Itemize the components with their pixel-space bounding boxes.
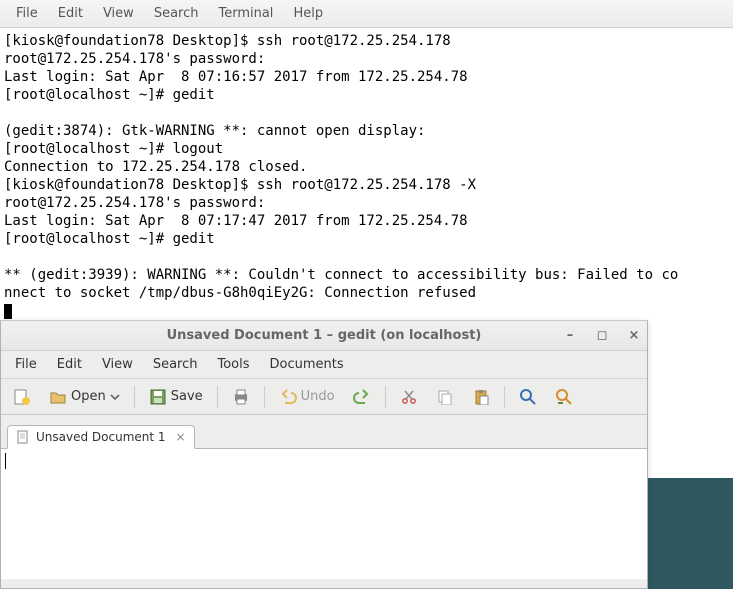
- toolbar-separator: [504, 386, 505, 408]
- menu-help[interactable]: Help: [283, 2, 333, 25]
- copy-icon: [436, 388, 454, 406]
- terminal-output[interactable]: [kiosk@foundation78 Desktop]$ ssh root@1…: [0, 28, 733, 320]
- term-line: [root@localhost ~]# logout: [4, 141, 223, 157]
- cut-button[interactable]: [394, 385, 424, 409]
- save-label: Save: [171, 389, 203, 404]
- toolbar-separator: [217, 386, 218, 408]
- redo-button[interactable]: [347, 385, 377, 409]
- save-icon: [149, 388, 167, 406]
- chevron-down-icon: [110, 388, 120, 406]
- paste-button[interactable]: [466, 385, 496, 409]
- gedit-menu-edit[interactable]: Edit: [47, 353, 92, 376]
- toolbar-separator: [264, 386, 265, 408]
- gedit-title: Unsaved Document 1 – gedit (on localhost…: [167, 328, 482, 343]
- gedit-menu-view[interactable]: View: [92, 353, 143, 376]
- print-icon: [232, 388, 250, 406]
- search-icon: [519, 388, 537, 406]
- open-folder-icon: [49, 388, 67, 406]
- gedit-menu-documents[interactable]: Documents: [260, 353, 354, 376]
- menu-file[interactable]: File: [6, 2, 48, 25]
- menu-view[interactable]: View: [93, 2, 144, 25]
- save-button[interactable]: Save: [143, 385, 209, 409]
- gedit-menu-file[interactable]: File: [5, 353, 47, 376]
- term-line: [kiosk@foundation78 Desktop]$ ssh root@1…: [4, 33, 451, 49]
- undo-icon: [279, 388, 297, 406]
- find-button[interactable]: [513, 385, 543, 409]
- term-line: [root@localhost ~]# gedit: [4, 87, 215, 103]
- toolbar-separator: [134, 386, 135, 408]
- term-line: Connection to 172.25.254.178 closed.: [4, 159, 307, 175]
- open-label: Open: [71, 389, 106, 404]
- gedit-toolbar: Open Save Undo: [1, 379, 647, 415]
- gedit-tabbar: Unsaved Document 1 ×: [1, 415, 647, 449]
- terminal-window: File Edit View Search Terminal Help [kio…: [0, 0, 733, 320]
- open-button[interactable]: Open: [43, 385, 126, 409]
- find-replace-button[interactable]: [549, 385, 579, 409]
- redo-icon: [353, 388, 371, 406]
- desktop-background: [648, 478, 733, 589]
- editor-caret: [5, 453, 6, 469]
- new-document-button[interactable]: [7, 385, 37, 409]
- paste-icon: [472, 388, 490, 406]
- undo-button[interactable]: Undo: [273, 385, 341, 409]
- cut-icon: [400, 388, 418, 406]
- gedit-menu-search[interactable]: Search: [143, 353, 208, 376]
- tab-close-icon[interactable]: ×: [176, 430, 186, 444]
- term-line: root@172.25.254.178's password:: [4, 51, 274, 67]
- minimize-button[interactable]: –: [563, 328, 577, 343]
- document-icon: [16, 430, 30, 444]
- maximize-button[interactable]: ◻: [595, 328, 609, 343]
- term-line: [kiosk@foundation78 Desktop]$ ssh root@1…: [4, 177, 476, 193]
- terminal-menubar: File Edit View Search Terminal Help: [0, 0, 733, 28]
- print-button[interactable]: [226, 385, 256, 409]
- terminal-cursor: [4, 304, 12, 319]
- term-line: [root@localhost ~]# gedit: [4, 231, 215, 247]
- document-tab[interactable]: Unsaved Document 1 ×: [7, 425, 195, 449]
- term-line: Last login: Sat Apr 8 07:17:47 2017 from…: [4, 213, 468, 229]
- close-button[interactable]: ×: [627, 328, 641, 343]
- gedit-menu-tools[interactable]: Tools: [207, 353, 259, 376]
- term-line: (gedit:3874): Gtk-WARNING **: cannot ope…: [4, 123, 434, 139]
- find-replace-icon: [555, 388, 573, 406]
- toolbar-separator: [385, 386, 386, 408]
- term-line: root@172.25.254.178's password:: [4, 195, 274, 211]
- new-document-icon: [13, 388, 31, 406]
- menu-edit[interactable]: Edit: [48, 2, 93, 25]
- term-line: Last login: Sat Apr 8 07:16:57 2017 from…: [4, 69, 468, 85]
- term-line: nnect to socket /tmp/dbus-G8h0qiEy2G: Co…: [4, 285, 476, 301]
- window-control-group: – ◻ ×: [563, 328, 641, 343]
- editor-text-area[interactable]: [1, 449, 647, 579]
- term-line: ** (gedit:3939): WARNING **: Couldn't co…: [4, 267, 678, 283]
- menu-terminal[interactable]: Terminal: [208, 2, 283, 25]
- tab-label: Unsaved Document 1: [36, 430, 166, 444]
- gedit-titlebar[interactable]: Unsaved Document 1 – gedit (on localhost…: [1, 321, 647, 351]
- menu-search[interactable]: Search: [144, 2, 209, 25]
- gedit-window: Unsaved Document 1 – gedit (on localhost…: [0, 320, 648, 589]
- copy-button[interactable]: [430, 385, 460, 409]
- undo-label: Undo: [301, 389, 335, 404]
- gedit-menubar: File Edit View Search Tools Documents: [1, 351, 647, 379]
